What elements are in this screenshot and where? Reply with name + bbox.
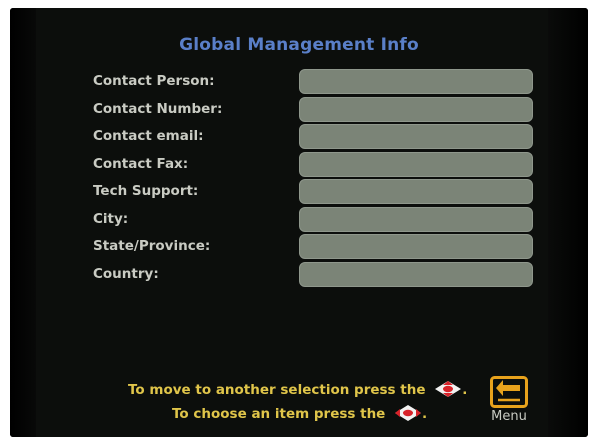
- move-hint-period: .: [462, 382, 468, 398]
- back-arrow-icon: [490, 376, 528, 408]
- field-label: Contact Fax:: [93, 156, 189, 172]
- field-label: Contact Number:: [93, 101, 223, 117]
- field-label: State/Province:: [93, 238, 211, 254]
- contact-email-field[interactable]: [299, 124, 533, 149]
- menu-label: Menu: [491, 409, 527, 424]
- state-province-field[interactable]: [299, 234, 533, 259]
- contact-fax-field[interactable]: [299, 152, 533, 177]
- tech-support-field[interactable]: [299, 179, 533, 204]
- direction-keypad-up-down-icon: [435, 381, 462, 397]
- screen: Global Management Info Contact Person: C…: [10, 8, 588, 437]
- field-label: Contact email:: [93, 128, 204, 144]
- menu-button[interactable]: Menu: [488, 376, 530, 428]
- direction-keypad-select-icon: [395, 405, 422, 421]
- field-row-contact-fax: Contact Fax:: [93, 152, 533, 179]
- field-label: Tech Support:: [93, 183, 199, 199]
- field-label: City:: [93, 211, 129, 227]
- field-row-contact-email: Contact email:: [93, 124, 533, 151]
- field-row-city: City:: [93, 207, 533, 234]
- choose-hint: To choose an item press the .: [172, 404, 427, 422]
- move-hint: To move to another selection press the .: [128, 380, 467, 398]
- field-row-contact-person: Contact Person:: [93, 69, 533, 96]
- field-row-state-province: State/Province:: [93, 234, 533, 261]
- contact-number-field[interactable]: [299, 97, 533, 122]
- choose-hint-period: .: [422, 406, 428, 422]
- choose-hint-text: To choose an item press the: [172, 406, 386, 422]
- field-label: Country:: [93, 266, 159, 282]
- field-row-country: Country:: [93, 262, 533, 289]
- contact-person-field[interactable]: [299, 69, 533, 94]
- city-field[interactable]: [299, 207, 533, 232]
- move-hint-text: To move to another selection press the: [128, 382, 426, 398]
- country-field[interactable]: [299, 262, 533, 287]
- field-row-tech-support: Tech Support:: [93, 179, 533, 206]
- field-row-contact-number: Contact Number:: [93, 97, 533, 124]
- page-title: Global Management Info: [179, 35, 419, 55]
- field-label: Contact Person:: [93, 73, 215, 89]
